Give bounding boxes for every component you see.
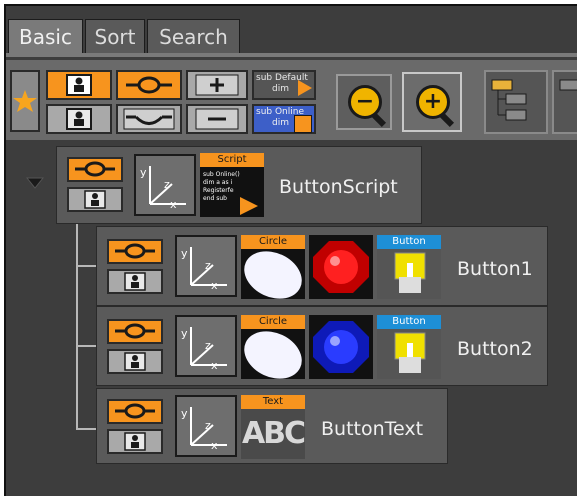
script-thumbnail[interactable]: Script sub Online() dim a as i Registerf… xyxy=(200,153,264,217)
container-icon xyxy=(75,161,115,177)
svg-text:y: y xyxy=(181,407,188,420)
container-icon xyxy=(126,76,172,94)
transform-thumbnail[interactable]: y z x xyxy=(175,235,237,297)
svg-text:x: x xyxy=(170,198,177,211)
group-toggle[interactable] xyxy=(107,429,163,454)
pointer-button-icon xyxy=(394,252,426,293)
pointer-button-icon xyxy=(394,332,426,373)
tree-view-button[interactable] xyxy=(484,70,548,134)
svg-text:x: x xyxy=(211,359,218,372)
node-label: ButtonText xyxy=(321,418,424,440)
star-icon xyxy=(13,90,37,112)
tree-node-buttontext[interactable]: y z x Text ABC ButtonText xyxy=(96,388,448,464)
group-toggle[interactable] xyxy=(107,269,163,294)
favorites-button[interactable] xyxy=(10,70,40,132)
transform-thumbnail[interactable]: y z x xyxy=(175,315,237,377)
svg-text:x: x xyxy=(211,439,218,452)
transform-thumbnail[interactable]: y z x xyxy=(134,154,196,216)
node-label: Button1 xyxy=(457,258,533,280)
tree-connector xyxy=(76,345,98,347)
collapse-arrow-icon[interactable] xyxy=(26,176,44,190)
person-icon xyxy=(66,74,92,96)
circle-shape-icon xyxy=(244,331,302,379)
play-icon xyxy=(240,197,258,215)
tree-node-root[interactable]: y z x Script sub Online() dim a as i Reg… xyxy=(56,146,422,224)
button-tag: Button xyxy=(377,235,441,249)
svg-text:z: z xyxy=(205,419,211,432)
tree-connector xyxy=(76,428,98,430)
container-icon xyxy=(115,323,155,339)
tree-connector xyxy=(76,265,98,267)
container-toggle[interactable] xyxy=(67,157,123,182)
list-view-button[interactable] xyxy=(552,70,577,134)
person-icon xyxy=(124,432,146,451)
person-icon xyxy=(124,352,146,371)
expand-button[interactable] xyxy=(186,70,248,100)
collapse-button[interactable] xyxy=(186,104,248,134)
tree-layout-icon xyxy=(491,79,527,121)
node-label: Button2 xyxy=(457,338,533,360)
node-label: ButtonScript xyxy=(279,176,398,198)
container-icon xyxy=(115,403,155,419)
axes-icon: y z x xyxy=(181,247,227,292)
minus-icon xyxy=(195,108,239,130)
axes-icon: y z x xyxy=(181,327,227,372)
add-container-button[interactable] xyxy=(116,70,182,100)
tree-node-button2[interactable]: y z x Circle Button Button2 xyxy=(96,306,548,386)
material-thumbnail[interactable] xyxy=(309,315,373,379)
zoom-in-button[interactable]: + xyxy=(402,72,462,132)
svg-text:z: z xyxy=(205,259,211,272)
text-thumbnail[interactable]: Text ABC xyxy=(241,395,306,459)
button-thumbnail[interactable]: Button xyxy=(377,315,441,379)
add-group-button[interactable] xyxy=(46,70,112,100)
group-toggle[interactable] xyxy=(67,187,123,212)
tab-basic[interactable]: Basic xyxy=(8,19,83,53)
zoom-out-button[interactable]: − xyxy=(336,74,392,130)
svg-text:z: z xyxy=(205,339,211,352)
person-icon xyxy=(84,190,106,209)
add-group-child-button[interactable] xyxy=(46,104,112,134)
container-toggle[interactable] xyxy=(107,319,163,344)
person-icon xyxy=(66,108,92,130)
button-tag: Button xyxy=(377,315,441,329)
text-tag: Text xyxy=(241,395,305,409)
plus-icon xyxy=(195,74,239,96)
script-online-button[interactable]: sub Online dim xyxy=(252,104,316,134)
button-thumbnail[interactable]: Button xyxy=(377,235,441,299)
svg-text:y: y xyxy=(181,327,188,340)
tree-node-button1[interactable]: y z x Circle Button Button1 xyxy=(96,226,548,306)
material-thumbnail[interactable] xyxy=(309,235,373,299)
list-layout-icon xyxy=(559,79,577,91)
container-icon xyxy=(115,243,155,259)
tree-connector xyxy=(76,224,78,430)
app: Basic Sort Search sub Default dim sub On… xyxy=(0,0,577,496)
svg-text:z: z xyxy=(164,178,170,191)
axes-icon: y z x xyxy=(140,166,186,211)
circle-thumbnail[interactable]: Circle xyxy=(241,315,305,379)
blue-ball-icon xyxy=(309,315,373,379)
svg-text:y: y xyxy=(181,247,188,260)
circle-shape-icon xyxy=(244,251,302,299)
svg-text:y: y xyxy=(140,166,147,179)
person-icon xyxy=(124,272,146,291)
play-icon xyxy=(298,80,312,96)
script-default-button[interactable]: sub Default dim xyxy=(252,70,316,100)
container-toggle[interactable] xyxy=(107,239,163,264)
tabs-divider xyxy=(6,53,577,57)
container-toggle[interactable] xyxy=(107,399,163,424)
axes-icon: y z x xyxy=(181,407,227,452)
tab-search[interactable]: Search xyxy=(147,19,240,53)
svg-text:x: x xyxy=(211,279,218,292)
transform-thumbnail[interactable]: y z x xyxy=(175,395,237,457)
script-code: sub Online() dim a as i Registerfe end s… xyxy=(203,171,240,202)
add-container-child-button[interactable] xyxy=(116,104,182,134)
container-down-icon xyxy=(123,108,175,130)
text-preview: ABC xyxy=(241,416,306,451)
red-ball-icon xyxy=(309,235,373,299)
tab-sort[interactable]: Sort xyxy=(85,19,145,53)
group-toggle[interactable] xyxy=(107,349,163,374)
circle-thumbnail[interactable]: Circle xyxy=(241,235,305,299)
stop-icon xyxy=(294,115,312,133)
script-tag: Script xyxy=(200,153,264,167)
